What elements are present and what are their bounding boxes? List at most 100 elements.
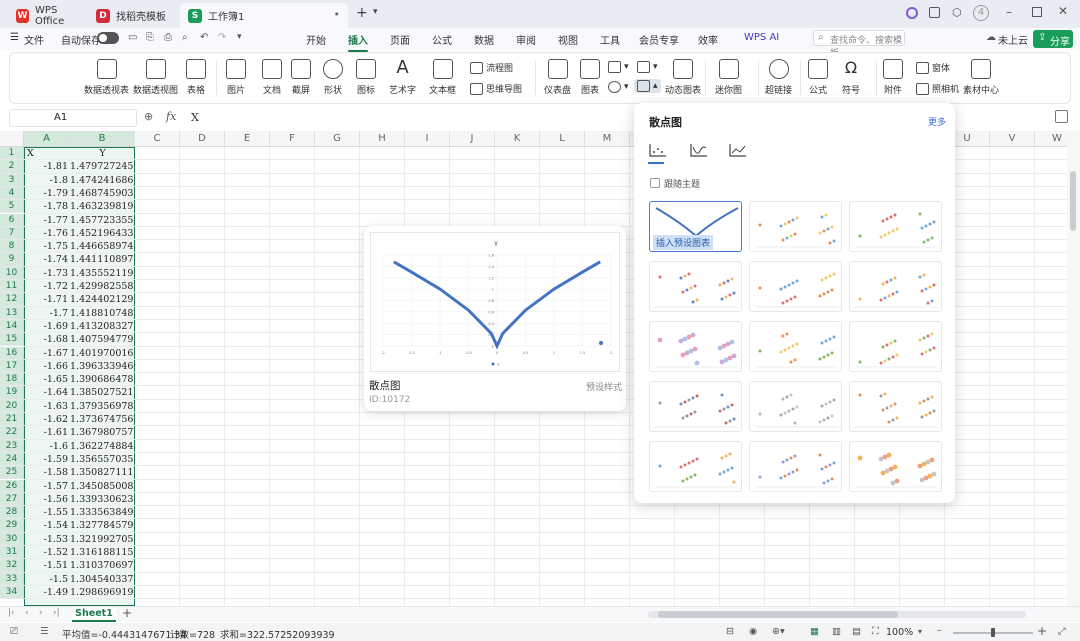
preset-chart-thumbnail[interactable] xyxy=(649,261,742,312)
cell-a[interactable]: -1.75 xyxy=(24,240,68,253)
cell-a[interactable]: -1.67 xyxy=(24,347,68,360)
cell-a[interactable]: -1.79 xyxy=(24,187,68,200)
row-header[interactable]: 13 xyxy=(0,306,24,320)
mindmap-button[interactable]: 思维导图 xyxy=(470,82,522,95)
quick-access-chevron-icon[interactable]: ▾ xyxy=(237,32,242,42)
cell-b[interactable]: 1.474241686 xyxy=(70,174,133,187)
cell-b[interactable]: 1.441110897 xyxy=(70,253,133,266)
cell-b[interactable]: 1.413208327 xyxy=(70,320,133,333)
cell-b[interactable]: Y xyxy=(70,147,135,160)
macro-icon[interactable]: ⎚ xyxy=(10,626,18,637)
cloud-status[interactable]: 未上云 xyxy=(998,32,1028,47)
cell-a[interactable]: -1.53 xyxy=(24,533,68,546)
cell-a[interactable]: -1.77 xyxy=(24,214,68,227)
column-header-v[interactable]: V xyxy=(990,131,1035,147)
preset-chart-thumbnail[interactable] xyxy=(749,441,842,492)
cell-a[interactable]: -1.55 xyxy=(24,506,68,519)
row-header[interactable]: 24 xyxy=(0,452,24,467)
undo-icon[interactable]: ↶ xyxy=(200,32,208,43)
row-header[interactable]: 12 xyxy=(0,293,24,307)
column-header-g[interactable]: G xyxy=(315,131,360,147)
cloud-icon[interactable]: ☁ xyxy=(986,32,996,43)
new-tab-icon[interactable]: + xyxy=(356,5,368,21)
cell-b[interactable]: 1.385027521 xyxy=(70,386,133,399)
row-header[interactable]: 32 xyxy=(0,559,24,573)
command-search-input[interactable]: ⌕ 查找命令、搜索模板 xyxy=(813,30,905,59)
cell-b[interactable]: 1.457723355 xyxy=(70,214,133,227)
column-header-w[interactable]: W xyxy=(1035,131,1067,147)
row-header[interactable]: 31 xyxy=(0,546,24,560)
symbol-button[interactable]: Ω 符号 xyxy=(841,59,861,97)
cell-a[interactable]: -1.61 xyxy=(24,426,68,439)
hyperlink-button[interactable]: 超链接 xyxy=(765,59,792,96)
chart-preview-card[interactable]: Y 1.6 1.4 1.2 1 0.8 0.6 0.4 0.2 0 -2 -1.5 -1 -0.5 0 0… xyxy=(364,226,626,411)
zoom-slider-handle[interactable] xyxy=(991,628,995,637)
preview-icon[interactable]: ⌕ xyxy=(182,32,188,43)
cell-b[interactable]: 1.463239819 xyxy=(70,200,133,213)
cell-b[interactable]: 1.356557035 xyxy=(70,453,133,466)
prev-sheet-icon[interactable]: ‹ xyxy=(25,608,29,618)
cell-a[interactable]: -1.63 xyxy=(24,400,68,413)
sheet-tab-sheet1[interactable]: Sheet1 xyxy=(72,607,116,622)
formula-input[interactable]: X xyxy=(191,111,199,124)
column-header-b[interactable]: B xyxy=(70,131,135,147)
row-header[interactable]: 25 xyxy=(0,466,24,480)
cell-b[interactable]: 1.407594779 xyxy=(70,333,133,346)
cell-a[interactable]: -1.51 xyxy=(24,559,68,572)
row-header[interactable]: 19 xyxy=(0,386,24,400)
column-header-e[interactable]: E xyxy=(225,131,270,147)
cell-a[interactable]: -1.6 xyxy=(24,440,68,453)
sheet-list-icon[interactable]: ☰ xyxy=(40,626,49,637)
row-header[interactable]: 28 xyxy=(0,506,24,520)
fx-button[interactable]: fx xyxy=(166,110,176,123)
crosshair-icon[interactable]: ⊕▾ xyxy=(772,626,785,637)
form-window-button[interactable]: 窗体 xyxy=(916,61,950,74)
ribbon-tab-wps-ai[interactable]: WPS AI xyxy=(744,32,779,43)
row-header[interactable]: 21 xyxy=(0,413,24,427)
picture-button[interactable]: 图片 xyxy=(226,59,246,96)
row-header[interactable]: 1 xyxy=(0,147,24,161)
preset-chart-thumbnail[interactable] xyxy=(649,381,742,432)
row-header[interactable]: 4 xyxy=(0,186,24,201)
cell-a[interactable]: -1.74 xyxy=(24,253,68,266)
zoom-dropdown-icon[interactable]: ▾ xyxy=(918,627,922,636)
preset-chart-thumbnail[interactable] xyxy=(849,321,942,372)
cell-b[interactable]: 1.390686478 xyxy=(70,373,133,386)
scatter-type-markers[interactable] xyxy=(648,143,668,159)
vertical-scrollbar[interactable] xyxy=(1067,131,1080,606)
document-button[interactable]: 文档 xyxy=(262,59,282,96)
camera-button[interactable]: 照相机 xyxy=(916,82,959,95)
pie-chart-dropdown[interactable]: ▾ xyxy=(608,81,629,93)
cell-a[interactable]: -1.76 xyxy=(24,227,68,240)
row-header[interactable]: 30 xyxy=(0,532,24,546)
preset-chart-thumbnail[interactable] xyxy=(849,441,942,492)
cell-a[interactable]: -1.54 xyxy=(24,519,68,532)
zoom-level[interactable]: 100% xyxy=(886,627,913,638)
cell-a[interactable]: -1.5 xyxy=(24,573,68,586)
row-header[interactable]: 17 xyxy=(0,359,24,374)
cell-b[interactable]: 1.298696919 xyxy=(70,586,133,599)
preset-chart-thumbnail[interactable]: 插入预设图表 xyxy=(649,201,742,252)
cell-a[interactable]: -1.78 xyxy=(24,200,68,213)
tab-workbook[interactable]: S 工作簿1 • xyxy=(180,3,348,28)
ribbon-tab-member[interactable]: 会员专享 xyxy=(639,32,679,47)
zoom-out-icon[interactable]: – xyxy=(937,625,942,636)
row-header[interactable]: 27 xyxy=(0,492,24,507)
close-window-icon[interactable]: ✕ xyxy=(1058,4,1068,18)
cell-a[interactable]: -1.8 xyxy=(24,174,68,187)
screenshot-button[interactable]: 截屏 xyxy=(291,59,311,96)
add-sheet-button[interactable]: + xyxy=(122,606,132,620)
cell-b[interactable]: 1.379356978 xyxy=(70,400,133,413)
ribbon-tab-tools[interactable]: 工具 xyxy=(600,32,620,47)
column-header-i[interactable]: I xyxy=(405,131,450,147)
chevron-down-icon[interactable]: ▾ xyxy=(373,7,378,17)
cell-a[interactable]: -1.59 xyxy=(24,453,68,466)
name-box[interactable]: A1 xyxy=(9,109,137,127)
cell-b[interactable]: 1.429982558 xyxy=(70,280,133,293)
textbox-button[interactable]: 文本框 xyxy=(429,59,456,96)
row-header[interactable]: 16 xyxy=(0,346,24,360)
notification-badge[interactable]: 4 xyxy=(973,5,989,21)
preset-chart-thumbnail[interactable] xyxy=(649,441,742,492)
cell-b[interactable]: 1.316188115 xyxy=(70,546,133,559)
formula-button[interactable]: 公式 xyxy=(808,59,828,96)
